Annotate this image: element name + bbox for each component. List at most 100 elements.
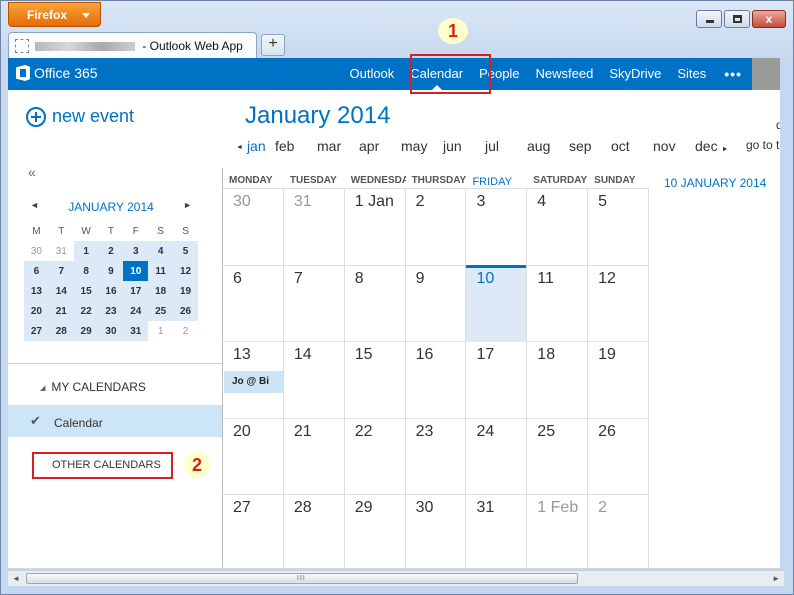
day-cell[interactable]: 31: [284, 189, 345, 266]
new-event-button[interactable]: new event: [26, 106, 134, 127]
mini-day[interactable]: 29: [73, 321, 99, 341]
mini-next-month-icon[interactable]: ►: [183, 200, 192, 210]
scroll-left-icon[interactable]: ◄: [12, 574, 20, 583]
calendar-event[interactable]: Jo @ Bi: [224, 371, 283, 393]
office365-logo[interactable]: Office 365: [16, 65, 98, 81]
day-cell[interactable]: 27: [223, 495, 284, 568]
mini-day[interactable]: 23: [98, 301, 124, 321]
mini-day[interactable]: 22: [73, 301, 99, 321]
firefox-menu-button[interactable]: Firefox: [8, 2, 101, 27]
month-sep[interactable]: sep: [569, 138, 611, 154]
browser-tab[interactable]: - Outlook Web App: [8, 32, 257, 58]
day-cell[interactable]: 13 Jo @ Bi: [223, 342, 284, 419]
mini-day[interactable]: 20: [24, 301, 49, 321]
day-cell[interactable]: 15: [345, 342, 406, 419]
month-aug[interactable]: aug: [527, 138, 569, 154]
prev-year-icon[interactable]: ◄: [236, 144, 243, 151]
month-nov[interactable]: nov: [653, 138, 695, 154]
nav-skydrive[interactable]: SkyDrive: [601, 58, 669, 90]
day-cell[interactable]: 31: [466, 495, 528, 568]
my-calendars-header[interactable]: ◢ MY CALENDARS: [40, 380, 146, 394]
close-window-button[interactable]: x: [752, 10, 786, 28]
day-cell[interactable]: 2: [406, 189, 467, 266]
day-cell[interactable]: 21: [284, 418, 345, 495]
month-jan[interactable]: ◄ jan: [233, 138, 275, 154]
collapse-pane-icon[interactable]: «: [28, 164, 36, 180]
mini-day[interactable]: 21: [48, 301, 74, 321]
mini-day[interactable]: 4: [148, 241, 174, 261]
month-jun[interactable]: jun: [443, 138, 485, 154]
month-dec[interactable]: dec ►: [695, 138, 737, 154]
day-cell[interactable]: 18: [527, 342, 589, 419]
mini-day[interactable]: 28: [48, 321, 74, 341]
day-cell-today[interactable]: 10: [466, 264, 528, 342]
mini-day[interactable]: 6: [24, 261, 49, 281]
mini-day[interactable]: 1: [148, 321, 173, 341]
day-cell[interactable]: 3: [466, 189, 528, 266]
day-cell[interactable]: 11: [527, 265, 589, 342]
mini-day[interactable]: 24: [123, 301, 149, 321]
mini-day[interactable]: 30: [24, 241, 49, 261]
mini-day[interactable]: 17: [123, 281, 149, 301]
mini-day[interactable]: 31: [123, 321, 149, 341]
new-tab-button[interactable]: +: [261, 34, 285, 56]
mini-day[interactable]: 18: [148, 281, 174, 301]
day-cell[interactable]: 23: [406, 418, 467, 495]
day-cell[interactable]: 20: [223, 418, 284, 495]
day-cell[interactable]: 1 Feb: [527, 495, 589, 568]
day-cell[interactable]: 29: [345, 495, 406, 568]
day-cell[interactable]: 9: [406, 265, 467, 342]
day-cell[interactable]: 4: [527, 189, 589, 266]
minimize-button[interactable]: [696, 10, 722, 28]
next-year-icon[interactable]: ►: [722, 146, 729, 153]
mini-day[interactable]: 14: [48, 281, 74, 301]
mini-day[interactable]: 2: [173, 321, 198, 341]
nav-outlook[interactable]: Outlook: [341, 58, 402, 90]
mini-day[interactable]: 1: [73, 241, 99, 261]
mini-day[interactable]: 26: [173, 301, 198, 321]
day-cell[interactable]: 6: [223, 265, 284, 342]
month-feb[interactable]: feb: [275, 138, 317, 154]
mini-day[interactable]: 5: [173, 241, 198, 261]
day-cell[interactable]: 17: [466, 342, 528, 419]
nav-newsfeed[interactable]: Newsfeed: [528, 58, 602, 90]
mini-prev-month-icon[interactable]: ◄: [30, 200, 39, 210]
month-jul[interactable]: jul: [485, 138, 527, 154]
day-cell[interactable]: 19: [588, 342, 650, 419]
mini-day[interactable]: 15: [73, 281, 99, 301]
day-cell[interactable]: 30: [223, 189, 284, 266]
day-cell[interactable]: 25: [527, 418, 589, 495]
day-cell[interactable]: 24: [466, 418, 528, 495]
maximize-button[interactable]: [724, 10, 750, 28]
day-cell[interactable]: 2: [588, 495, 650, 568]
day-cell[interactable]: 7: [284, 265, 345, 342]
mini-day[interactable]: 30: [98, 321, 124, 341]
mini-day[interactable]: 8: [73, 261, 99, 281]
mini-day[interactable]: 27: [24, 321, 49, 341]
day-cell[interactable]: 5: [588, 189, 650, 266]
mini-day[interactable]: 9: [98, 261, 124, 281]
mini-day[interactable]: 7: [48, 261, 74, 281]
calendar-list-item[interactable]: ✔ Calendar: [8, 405, 222, 437]
scrollbar-thumb[interactable]: III: [26, 573, 578, 584]
month-oct[interactable]: oct: [611, 138, 653, 154]
mini-day[interactable]: 13: [24, 281, 49, 301]
day-cell[interactable]: 22: [345, 418, 406, 495]
day-cell[interactable]: 1 Jan: [345, 189, 406, 266]
month-mar[interactable]: mar: [317, 138, 359, 154]
mini-day[interactable]: 2: [98, 241, 124, 261]
go-to-today-link[interactable]: go to to: [746, 138, 780, 152]
day-cell[interactable]: 8: [345, 265, 406, 342]
mini-day[interactable]: 31: [49, 241, 74, 261]
mini-day[interactable]: 11: [148, 261, 174, 281]
month-apr[interactable]: apr: [359, 138, 401, 154]
avatar[interactable]: [752, 58, 780, 90]
mini-day[interactable]: 3: [123, 241, 149, 261]
mini-day[interactable]: 12: [173, 261, 198, 281]
scroll-right-icon[interactable]: ►: [772, 574, 780, 583]
more-options-icon[interactable]: •••: [714, 66, 752, 82]
day-cell[interactable]: 16: [406, 342, 467, 419]
mini-day[interactable]: 19: [173, 281, 198, 301]
month-may[interactable]: may: [401, 138, 443, 154]
mini-day[interactable]: 16: [98, 281, 124, 301]
